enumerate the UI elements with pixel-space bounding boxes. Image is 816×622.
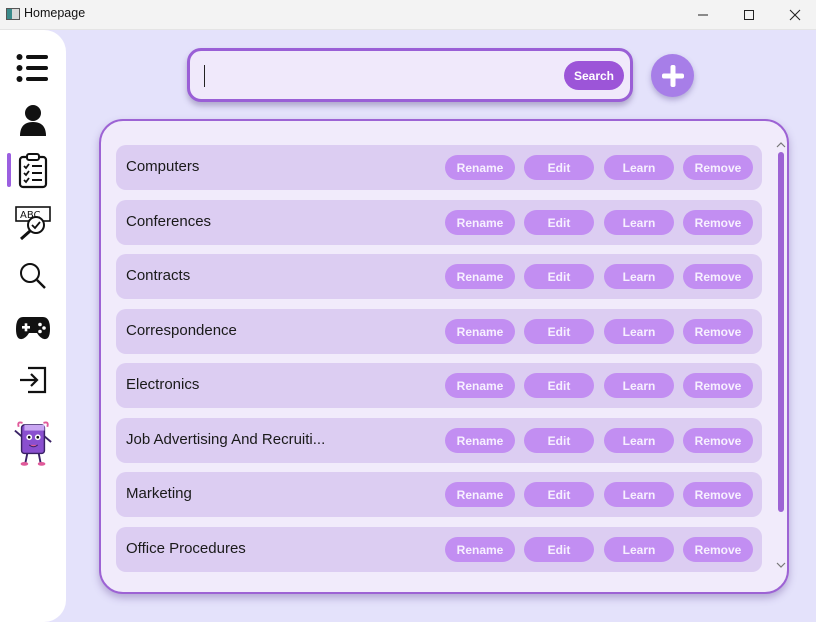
maximize-icon: [744, 9, 754, 20]
edit-button[interactable]: Edit: [524, 155, 594, 180]
list-item[interactable]: Office Procedures Rename Edit Learn Remo…: [116, 527, 762, 572]
edit-button[interactable]: Edit: [524, 428, 594, 453]
learn-button[interactable]: Learn: [604, 264, 674, 289]
sidebar-item-search[interactable]: [13, 256, 53, 296]
maximize-button[interactable]: [726, 0, 772, 29]
learn-button[interactable]: Learn: [604, 155, 674, 180]
edit-button[interactable]: Edit: [524, 264, 594, 289]
list-item[interactable]: Electronics Rename Edit Learn Remove: [116, 363, 762, 408]
sidebar-item-lists[interactable]: [13, 151, 53, 191]
minimize-button[interactable]: [680, 0, 726, 29]
search-button[interactable]: Search: [564, 61, 624, 90]
remove-button[interactable]: Remove: [683, 537, 753, 562]
sidebar-item-logout[interactable]: [13, 360, 53, 400]
list-item[interactable]: Conferences Rename Edit Learn Remove: [116, 200, 762, 245]
window-titlebar: Homepage: [0, 0, 816, 30]
rename-button[interactable]: Rename: [445, 482, 515, 507]
remove-button[interactable]: Remove: [683, 210, 753, 235]
list-item[interactable]: Job Advertising And Recruiti... Rename E…: [116, 418, 762, 463]
category-label: Marketing: [126, 485, 192, 502]
add-category-button[interactable]: [651, 54, 694, 97]
search-input[interactable]: [202, 61, 566, 91]
category-label: Computers: [126, 158, 200, 175]
user-icon: [20, 105, 46, 136]
edit-button[interactable]: Edit: [524, 482, 594, 507]
search-icon: [20, 263, 46, 289]
category-label: Contracts: [126, 267, 191, 284]
gamepad-icon: [16, 317, 50, 340]
category-label: Conferences: [126, 213, 212, 230]
close-icon: [789, 9, 801, 20]
learn-button[interactable]: Learn: [604, 428, 674, 453]
abc-check-magnifier-icon: ABC: [15, 206, 51, 241]
learn-button[interactable]: Learn: [604, 482, 674, 507]
learn-button[interactable]: Learn: [604, 319, 674, 344]
sign-in-icon: [20, 366, 47, 394]
rename-button[interactable]: Rename: [445, 319, 515, 344]
list-item[interactable]: Correspondence Rename Edit Learn Remove: [116, 309, 762, 354]
active-indicator: [7, 153, 11, 187]
category-label: Office Procedures: [126, 540, 246, 557]
list-item[interactable]: Marketing Rename Edit Learn Remove: [116, 472, 762, 517]
remove-button[interactable]: Remove: [683, 482, 753, 507]
search-bar: Search: [187, 48, 633, 102]
text-caret: [204, 65, 205, 87]
sidebar-item-mascot[interactable]: [13, 416, 53, 468]
sidebar-item-profile[interactable]: [13, 100, 53, 140]
scrollbar-thumb[interactable]: [778, 152, 784, 512]
app-icon: [6, 8, 20, 20]
list-icon: [16, 54, 48, 82]
remove-button[interactable]: Remove: [683, 428, 753, 453]
sidebar-item-games[interactable]: [13, 308, 53, 348]
rename-button[interactable]: Rename: [445, 373, 515, 398]
list-item[interactable]: Contracts Rename Edit Learn Remove: [116, 254, 762, 299]
edit-button[interactable]: Edit: [524, 319, 594, 344]
rename-button[interactable]: Rename: [445, 428, 515, 453]
list-item[interactable]: Computers Rename Edit Learn Remove: [116, 145, 762, 190]
edit-button[interactable]: Edit: [524, 373, 594, 398]
category-label: Electronics: [126, 376, 200, 393]
app-client-area: ABC Search Computers Rename Edit Learn R…: [0, 30, 816, 622]
category-list-panel: Computers Rename Edit Learn Remove Confe…: [99, 119, 789, 594]
remove-button[interactable]: Remove: [683, 373, 753, 398]
learn-button[interactable]: Learn: [604, 537, 674, 562]
close-button[interactable]: [772, 0, 816, 29]
category-label: Job Advertising And Recruiti...: [126, 431, 326, 448]
minimize-icon: [698, 14, 708, 15]
scroll-down-arrow-icon[interactable]: [776, 561, 786, 569]
learn-button[interactable]: Learn: [604, 373, 674, 398]
category-label: Correspondence: [126, 322, 237, 339]
rename-button[interactable]: Rename: [445, 155, 515, 180]
rename-button[interactable]: Rename: [445, 264, 515, 289]
edit-button[interactable]: Edit: [524, 537, 594, 562]
plus-icon: [661, 64, 684, 87]
rename-button[interactable]: Rename: [445, 537, 515, 562]
book-mascot-icon: [14, 421, 52, 466]
remove-button[interactable]: Remove: [683, 264, 753, 289]
sidebar-item-spellcheck[interactable]: ABC: [13, 203, 53, 243]
scroll-up-arrow-icon[interactable]: [776, 141, 786, 149]
learn-button[interactable]: Learn: [604, 210, 674, 235]
sidebar: ABC: [0, 30, 66, 622]
rename-button[interactable]: Rename: [445, 210, 515, 235]
clipboard-checklist-icon: [18, 153, 48, 189]
edit-button[interactable]: Edit: [524, 210, 594, 235]
remove-button[interactable]: Remove: [683, 155, 753, 180]
sidebar-item-menu[interactable]: [13, 48, 53, 88]
remove-button[interactable]: Remove: [683, 319, 753, 344]
window-title: Homepage: [24, 6, 86, 20]
